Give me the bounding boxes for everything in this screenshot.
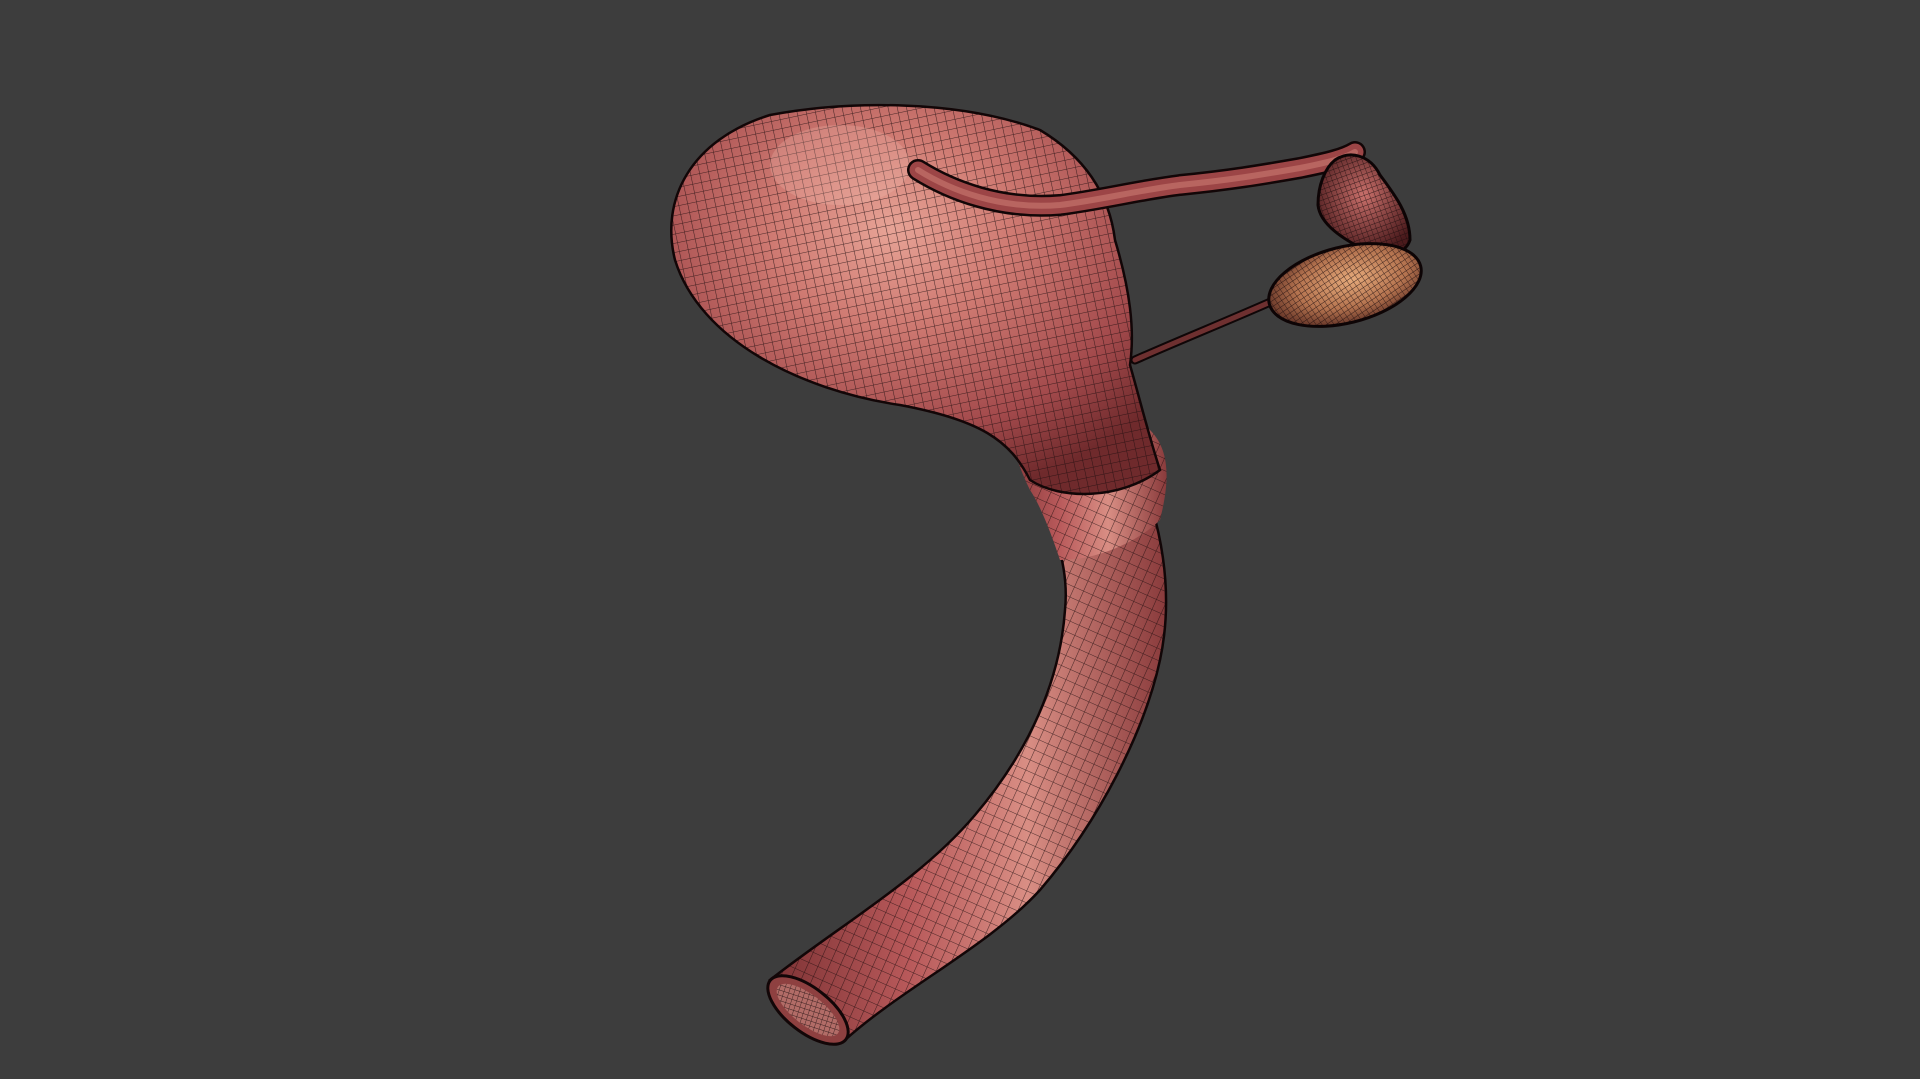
3d-viewport[interactable] (0, 0, 1920, 1079)
cervix-vaginal-canal (766, 468, 1168, 1046)
ovarian-ligament (1130, 295, 1280, 365)
fimbriae (1316, 153, 1412, 257)
3d-model-render[interactable] (0, 0, 1920, 1079)
